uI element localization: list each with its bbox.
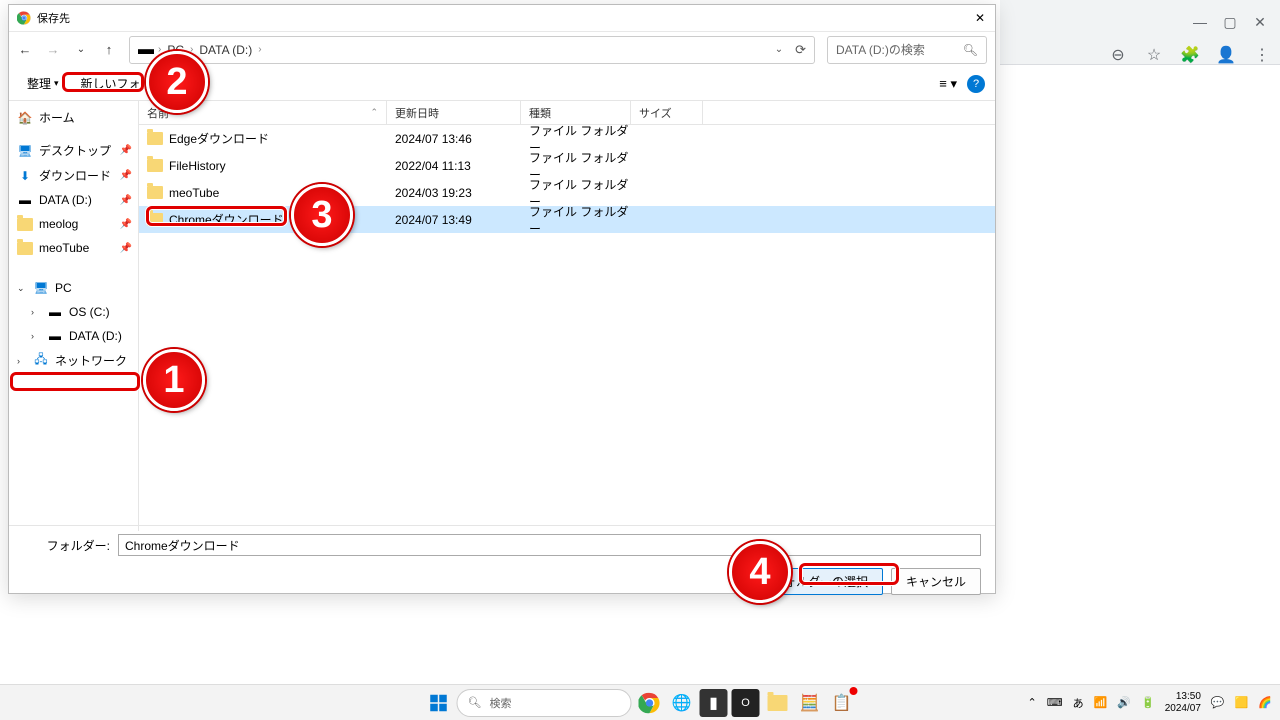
address-bar[interactable]: ▬ › PC › DATA (D:) › ⌄ ⟳	[129, 36, 815, 64]
sidebar-data-d[interactable]: ▬DATA (D:)📌	[9, 188, 138, 212]
dialog-titlebar: 保存先 ✕	[9, 5, 995, 31]
annotation-box-2	[62, 72, 144, 92]
taskbar-explorer[interactable]	[764, 689, 792, 717]
extensions-icon[interactable]: 🧩	[1180, 45, 1200, 65]
tray-app-icon[interactable]: 🟨	[1235, 696, 1249, 709]
drive-icon: ▬	[47, 304, 63, 320]
zoom-icon[interactable]: ⊖	[1108, 45, 1128, 65]
sidebar-home[interactable]: 🏠ホーム	[9, 105, 138, 130]
ime-indicator[interactable]: あ	[1073, 695, 1084, 711]
up-button[interactable]: ↑	[101, 42, 117, 58]
pin-icon: 📌	[120, 219, 132, 230]
taskbar-app2[interactable]: O	[732, 689, 760, 717]
sidebar-network[interactable]: ›🖧ネットワーク	[9, 348, 138, 373]
sidebar-meotube[interactable]: meoTube📌	[9, 236, 138, 260]
menu-icon[interactable]: ⋮	[1252, 45, 1272, 65]
taskbar-app1[interactable]: ▮	[700, 689, 728, 717]
annotation-box-1	[10, 372, 140, 391]
pin-icon: 📌	[120, 145, 132, 156]
tray-volume-icon[interactable]: 🔊	[1117, 696, 1131, 709]
dialog-title: 保存先	[37, 10, 70, 26]
taskbar: 🔍︎検索 🌐 ▮ O 🧮 📋 ⌃ ⌨ あ 📶 🔊 🔋 13:50 2024/07…	[0, 684, 1280, 720]
network-icon: 🖧	[33, 353, 49, 369]
taskbar-app3[interactable]: 📋	[828, 689, 856, 717]
annotation-box-4	[799, 563, 899, 585]
view-button[interactable]: ≡ ▾	[939, 76, 957, 92]
sidebar-data-d-tree[interactable]: ›▬DATA (D:)	[9, 324, 138, 348]
folder-icon	[17, 216, 33, 232]
annotation-marker-3: 3	[291, 184, 353, 246]
sidebar-desktop[interactable]: 🖥デスクトップ📌	[9, 138, 138, 163]
sidebar-pc[interactable]: ⌄🖥PC	[9, 276, 138, 300]
download-icon: ⬇	[17, 168, 33, 184]
sidebar: 🏠ホーム 🖥デスクトップ📌 ⬇ダウンロード📌 ▬DATA (D:)📌 meolo…	[9, 101, 139, 531]
tray-app-icon[interactable]: 🌈	[1258, 696, 1272, 709]
chevron-right-icon[interactable]: ›	[17, 356, 27, 366]
folder-icon	[147, 159, 163, 172]
pin-icon: 📌	[120, 195, 132, 206]
bookmark-star-icon[interactable]: ☆	[1144, 45, 1164, 65]
cancel-button[interactable]: キャンセル	[891, 568, 981, 595]
sidebar-downloads[interactable]: ⬇ダウンロード📌	[9, 163, 138, 188]
tray-notification-icon[interactable]: 💬	[1211, 696, 1225, 709]
recent-dropdown[interactable]: ⌄	[73, 42, 89, 58]
chrome-icon	[17, 11, 31, 25]
search-icon: 🔍︎	[963, 43, 978, 57]
sidebar-meolog[interactable]: meolog📌	[9, 212, 138, 236]
browser-maximize[interactable]: ▢	[1215, 10, 1245, 34]
pin-icon: 📌	[120, 243, 132, 254]
folder-label: フォルダー:	[23, 537, 118, 554]
search-icon: 🔍︎	[468, 696, 482, 709]
tray-keyboard-icon[interactable]: ⌨	[1047, 696, 1063, 709]
organize-button[interactable]: 整理▾	[19, 72, 67, 95]
pin-icon: 📌	[120, 170, 132, 181]
taskbar-clock[interactable]: 13:50 2024/07	[1165, 691, 1201, 715]
home-icon: 🏠	[17, 110, 33, 126]
profile-icon[interactable]: 👤	[1216, 45, 1236, 65]
folder-icon	[17, 240, 33, 256]
file-list: 名前⌃ 更新日時 種類 サイズ Edgeダウンロード 2024/07 13:46…	[139, 101, 995, 531]
folder-icon	[147, 186, 163, 199]
taskbar-search[interactable]: 🔍︎検索	[457, 689, 632, 717]
annotation-marker-2: 2	[146, 51, 208, 113]
tray-wifi-icon[interactable]: 📶	[1094, 696, 1108, 709]
drive-icon: ▬	[138, 41, 154, 59]
addr-dropdown-icon[interactable]: ⌄	[775, 44, 783, 55]
column-size[interactable]: サイズ	[631, 101, 703, 124]
taskbar-edge[interactable]: 🌐	[668, 689, 696, 717]
breadcrumb-drive[interactable]: DATA (D:)	[197, 43, 254, 57]
column-date[interactable]: 更新日時	[387, 101, 521, 124]
pc-icon: 🖥	[33, 280, 49, 296]
annotation-box-3	[146, 206, 287, 226]
annotation-marker-1: 1	[143, 349, 205, 411]
tray-chevron-icon[interactable]: ⌃	[1028, 696, 1037, 709]
search-input[interactable]: DATA (D:)の検索 🔍︎	[827, 36, 987, 64]
folder-icon	[147, 132, 163, 145]
sidebar-os-c[interactable]: ›▬OS (C:)	[9, 300, 138, 324]
taskbar-calculator[interactable]: 🧮	[796, 689, 824, 717]
refresh-icon[interactable]: ⟳	[795, 42, 806, 58]
chevron-right-icon[interactable]: ›	[31, 307, 41, 317]
drive-icon: ▬	[47, 328, 63, 344]
browser-close[interactable]: ✕	[1245, 10, 1275, 34]
close-icon[interactable]: ✕	[971, 9, 989, 27]
back-button[interactable]: ←	[17, 42, 33, 58]
tray-battery-icon[interactable]: 🔋	[1141, 696, 1155, 709]
forward-button[interactable]: →	[45, 42, 61, 58]
folder-input[interactable]	[118, 534, 981, 556]
help-icon[interactable]: ?	[967, 75, 985, 93]
drive-icon: ▬	[17, 192, 33, 208]
chevron-right-icon[interactable]: ›	[31, 331, 41, 341]
browser-minimize[interactable]: —	[1185, 10, 1215, 34]
annotation-marker-4: 4	[729, 541, 791, 603]
desktop-icon: 🖥	[17, 143, 33, 159]
start-button[interactable]	[425, 689, 453, 717]
chevron-down-icon[interactable]: ⌄	[17, 283, 27, 294]
taskbar-chrome[interactable]	[636, 689, 664, 717]
